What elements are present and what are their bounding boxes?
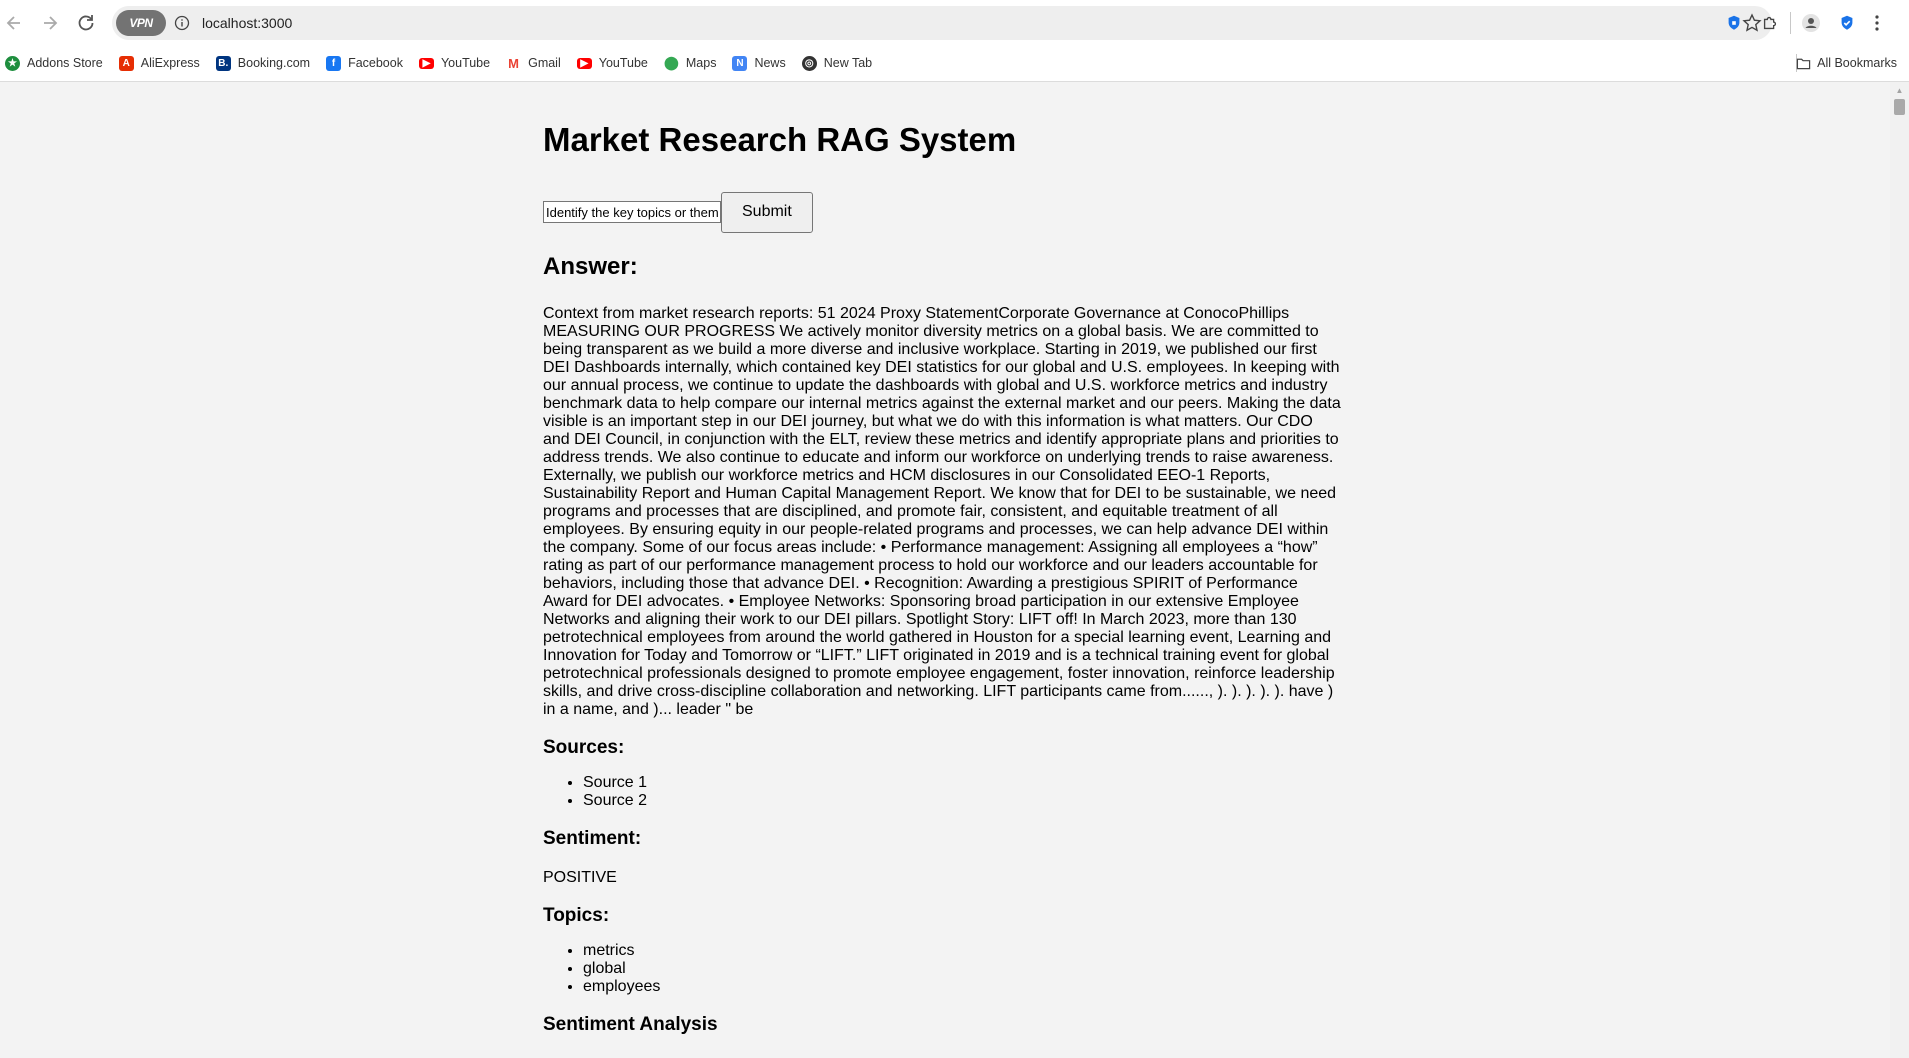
bookmark-booking[interactable]: B. Booking.com — [211, 49, 315, 77]
main-content: Market Research RAG System Submit Answer… — [543, 82, 1343, 1036]
bookmark-label: AliExpress — [140, 56, 200, 70]
answer-heading: Answer: — [543, 252, 638, 280]
address-bar[interactable]: VPN localhost:3000 — [112, 6, 1772, 40]
bookmark-news[interactable]: N News — [727, 49, 790, 77]
source-item: Source 2 — [583, 792, 1343, 810]
scrollbar-thumb[interactable] — [1894, 99, 1905, 115]
puzzle-extensions-icon[interactable] — [1752, 5, 1788, 41]
bookmark-label: New Tab — [823, 56, 873, 70]
sentiment-heading: Sentiment: — [543, 828, 642, 850]
bookmarks-bar: ★ Addons Store A AliExpress B. Booking.c… — [0, 45, 1909, 82]
globe-icon: ◎ — [801, 55, 817, 71]
youtube-icon: ▶ — [576, 57, 592, 69]
booking-icon: B. — [215, 55, 231, 71]
topics-heading: Topics: — [543, 904, 610, 926]
bookmark-label: Maps — [685, 56, 717, 70]
youtube-icon: ▶ — [418, 57, 434, 69]
back-icon[interactable] — [0, 5, 32, 41]
bookmark-youtube-2[interactable]: ▶ YouTube — [572, 49, 653, 77]
scroll-up-arrow-icon[interactable]: ▲ — [1890, 82, 1909, 99]
facebook-icon: f — [326, 55, 342, 71]
bookmark-label: Addons Store — [27, 56, 103, 70]
source-item: Source 1 — [583, 774, 1343, 792]
maps-pin-icon: ⬤ — [663, 55, 679, 71]
shield-extension-icon[interactable] — [1716, 5, 1752, 41]
profile-avatar-icon[interactable] — [1793, 5, 1829, 41]
bookmark-label: Gmail — [528, 56, 561, 70]
security-shield-icon[interactable] — [1829, 5, 1865, 41]
topic-item: global — [583, 960, 1343, 978]
site-info-icon[interactable] — [174, 15, 190, 31]
page-viewport: Market Research RAG System Submit Answer… — [0, 82, 1890, 1058]
topic-item: employees — [583, 978, 1343, 996]
topic-item: metrics — [583, 942, 1343, 960]
menu-kebab-icon[interactable] — [1865, 5, 1889, 41]
answer-text: Context from market research reports: 51… — [543, 305, 1341, 719]
aliexpress-icon: A — [118, 55, 134, 71]
news-icon: N — [732, 55, 748, 71]
bookmark-addons-store[interactable]: ★ Addons Store — [0, 49, 108, 77]
bookmark-maps[interactable]: ⬤ Maps — [659, 49, 722, 77]
query-input[interactable] — [543, 201, 721, 224]
url-text[interactable]: localhost:3000 — [202, 15, 292, 31]
sources-heading: Sources: — [543, 737, 625, 759]
toolbar-divider — [1790, 11, 1791, 34]
forward-icon[interactable] — [32, 5, 68, 41]
bookmark-aliexpress[interactable]: A AliExpress — [114, 49, 205, 77]
vpn-badge[interactable]: VPN — [116, 10, 166, 36]
sentiment-value: POSITIVE — [543, 868, 617, 886]
all-bookmarks-label: All Bookmarks — [1817, 56, 1897, 70]
page-title: Market Research RAG System — [543, 121, 1017, 158]
reload-icon[interactable] — [68, 5, 104, 41]
gmail-icon: M — [506, 55, 522, 71]
sentiment-analysis-heading: Sentiment Analysis — [543, 1013, 718, 1035]
addons-store-icon: ★ — [5, 55, 20, 71]
bookmark-label: Booking.com — [237, 56, 311, 70]
browser-toolbar: VPN localhost:3000 — [0, 0, 1909, 45]
topics-list: metrics global employees — [543, 942, 1343, 996]
bookmark-label: YouTube — [598, 56, 648, 70]
vertical-scrollbar[interactable]: ▲ — [1890, 82, 1909, 1058]
sources-list: Source 1 Source 2 — [543, 774, 1343, 810]
bookmark-label: Facebook — [348, 56, 403, 70]
all-bookmarks-button[interactable]: All Bookmarks — [1796, 45, 1897, 81]
bookmark-new-tab[interactable]: ◎ New Tab — [797, 49, 877, 77]
bookmark-gmail[interactable]: M Gmail — [501, 49, 566, 77]
bookmark-label: YouTube — [440, 56, 491, 70]
bookmark-facebook[interactable]: f Facebook — [321, 49, 408, 77]
query-form: Submit — [543, 191, 1343, 233]
submit-button[interactable]: Submit — [721, 191, 813, 233]
extension-area — [1716, 0, 1889, 45]
bookmark-youtube[interactable]: ▶ YouTube — [414, 49, 495, 77]
folder-icon — [1796, 58, 1811, 69]
bookmark-label: News — [754, 56, 786, 70]
